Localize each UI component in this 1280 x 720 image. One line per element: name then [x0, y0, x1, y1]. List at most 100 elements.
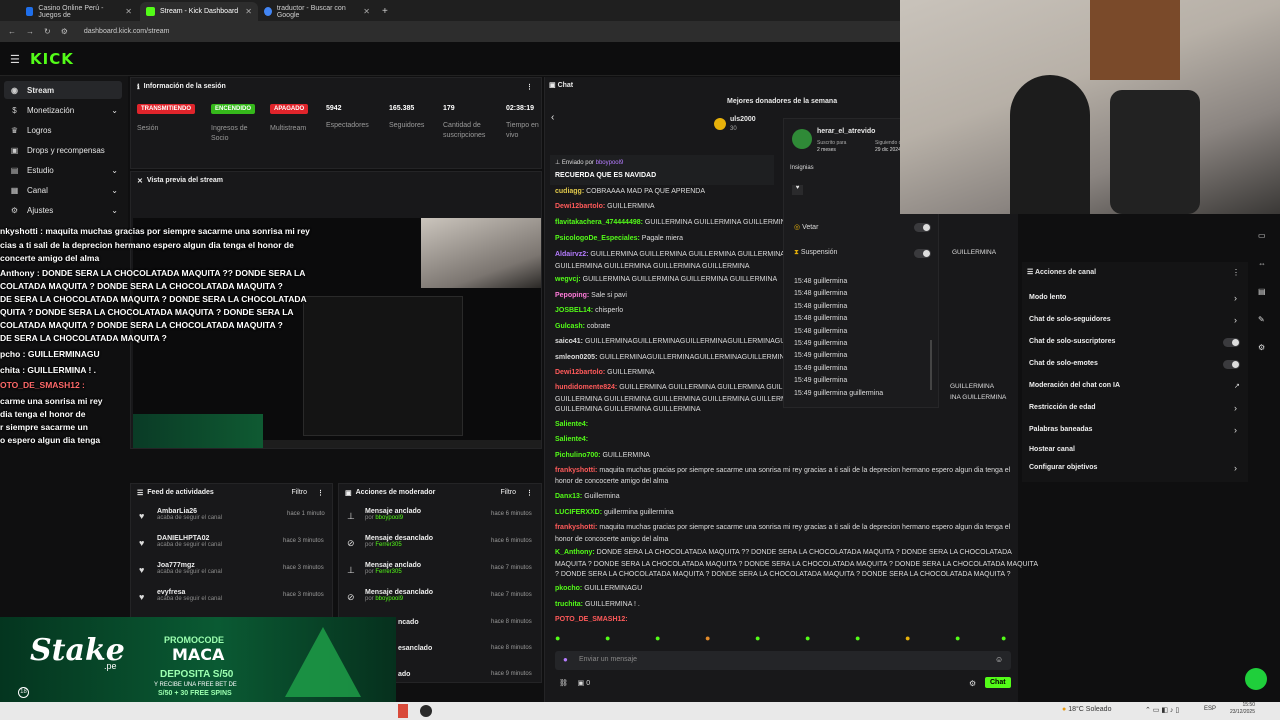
close-tab-icon[interactable]: ✕: [125, 7, 132, 16]
emote-icon[interactable]: ●: [805, 633, 810, 643]
channel-action-toggle[interactable]: [1223, 338, 1240, 347]
emote-icon[interactable]: ●: [755, 633, 760, 643]
emote-icon[interactable]: ●: [555, 633, 560, 643]
taskbar-app-icon[interactable]: [398, 704, 408, 718]
preview-video[interactable]: [133, 218, 541, 448]
channel-action-item[interactable]: Configurar objetivos: [1029, 464, 1097, 471]
sidebar-item-logros[interactable]: ♛ Logros: [4, 121, 122, 139]
emote-icon[interactable]: ●: [705, 633, 710, 643]
channel-action-item[interactable]: Chat de solo-suscriptores: [1029, 338, 1115, 345]
suspension-toggle[interactable]: [914, 249, 931, 258]
tab-kick-dashboard[interactable]: Stream - Kick Dashboard ✕: [140, 2, 258, 21]
menu-icon[interactable]: ☰: [10, 53, 20, 66]
emote-icon[interactable]: ●: [605, 633, 610, 643]
sidebar-item-canal[interactable]: ▦ Canal ⌄: [4, 181, 122, 199]
close-tab-icon[interactable]: ✕: [245, 7, 252, 16]
chat-username[interactable]: Saliente4:: [555, 421, 588, 428]
sidebar-item-estudio[interactable]: ▤ Estudio ⌄: [4, 161, 122, 179]
channel-action-item[interactable]: Moderación del chat con IA: [1029, 382, 1120, 389]
chat-username[interactable]: PsicologoDe_Especiales:: [555, 235, 640, 242]
send-chat-button[interactable]: Chat: [985, 677, 1011, 688]
chat-username[interactable]: Pichulino700:: [555, 452, 601, 459]
back-icon[interactable]: ←: [8, 27, 16, 36]
tray-icons[interactable]: ⌃ ▭ ◧ ♪ ▯: [1145, 706, 1179, 714]
chat-username[interactable]: cudiagg:: [555, 188, 584, 195]
expand-icon[interactable]: ⇔: [1258, 259, 1266, 268]
emote-icon[interactable]: ●: [855, 633, 860, 643]
chat-username[interactable]: frankyshotti:: [555, 467, 597, 474]
emoji-icon[interactable]: ☺: [995, 655, 1003, 664]
sidebar-item-stream[interactable]: ◉ Stream: [4, 81, 122, 99]
users-icon[interactable]: ⛓: [559, 680, 568, 687]
channel-action-toggle[interactable]: [1223, 360, 1240, 369]
chat-username[interactable]: smleon0205:: [555, 354, 597, 361]
channel-action-item[interactable]: Palabras baneadas: [1029, 426, 1092, 433]
chat-username[interactable]: hundidomente824:: [555, 384, 617, 391]
sidebar-item-ajustes[interactable]: ⚙ Ajustes ⌄: [4, 201, 122, 219]
chat-username[interactable]: pkocho:: [555, 585, 582, 592]
mic-icon[interactable]: ●: [563, 655, 568, 664]
promo-banner[interactable]: Stake .pe PROMOCODE MACA DEPOSITA S/50 Y…: [0, 617, 396, 702]
chat-username[interactable]: Dewi12bartolo:: [555, 369, 605, 376]
mod-filter-button[interactable]: Filtro: [500, 489, 516, 496]
more-options-icon[interactable]: ⋮: [1232, 268, 1240, 277]
chat-username[interactable]: Aldairvz2:: [555, 251, 588, 258]
close-tab-icon[interactable]: ✕: [363, 7, 370, 16]
kick-logo[interactable]: KICK: [30, 50, 74, 68]
layout-icon[interactable]: ▤: [1258, 287, 1266, 296]
more-options-icon[interactable]: ⋮: [526, 489, 533, 497]
feed-filter-button[interactable]: Filtro: [291, 489, 307, 496]
channel-action-item[interactable]: Chat de solo-seguidores: [1029, 316, 1111, 323]
chat-input[interactable]: ● Enviar un mensaje ☺: [555, 651, 1011, 670]
chat-username[interactable]: flavitakachera_474444498:: [555, 219, 643, 226]
emote-icon[interactable]: ●: [955, 633, 960, 643]
url-field[interactable]: dashboard.kick.com/stream: [84, 28, 170, 35]
taskbar-app-icon[interactable]: [420, 705, 432, 717]
tab-google[interactable]: traductor - Buscar con Google ✕: [258, 2, 376, 21]
chat-username[interactable]: Danx13:: [555, 493, 582, 500]
sidebar-item-drops[interactable]: ▣ Drops y recompensas: [4, 141, 122, 159]
emote-icon[interactable]: ●: [655, 633, 660, 643]
channel-action-item[interactable]: Modo lento: [1029, 294, 1066, 301]
site-info-icon[interactable]: ⚙: [61, 27, 68, 36]
settings-icon[interactable]: ⚙: [1258, 343, 1265, 352]
channel-action-item[interactable]: Hostear canal: [1029, 446, 1075, 453]
wrench-icon[interactable]: ✎: [1258, 315, 1265, 324]
donor-name[interactable]: uls2000: [730, 116, 756, 123]
settings-icon[interactable]: ⚙: [969, 679, 976, 688]
chat-username[interactable]: POTO_DE_SMASH12:: [555, 616, 628, 623]
chat-username[interactable]: Gulcash:: [555, 323, 585, 330]
language-indicator[interactable]: ESP: [1204, 706, 1216, 712]
new-tab-button[interactable]: +: [376, 2, 392, 21]
chat-username[interactable]: Dewi12bartolo:: [555, 203, 605, 210]
chat-username[interactable]: K_Anthony:: [555, 549, 595, 556]
gift-icon[interactable]: ▣: [578, 680, 585, 687]
chat-username[interactable]: truchita:: [555, 601, 583, 608]
channel-action-item[interactable]: Chat de solo-emotes: [1029, 360, 1098, 367]
chat-username[interactable]: JOSBEL14:: [555, 307, 593, 314]
chat-username[interactable]: frankyshotti:: [555, 524, 597, 531]
chat-username[interactable]: Saliente4:: [555, 436, 588, 443]
chat-bubble-icon[interactable]: ▭: [1258, 231, 1266, 240]
weather-widget[interactable]: ● 18°C Soleado: [1062, 706, 1111, 713]
tab-casino[interactable]: Casino Online Perú - Juegos de ✕: [20, 2, 138, 21]
user-card-name[interactable]: herar_el_atrevido: [817, 128, 875, 135]
more-options-icon[interactable]: ⋮: [317, 489, 324, 497]
sidebar-item-monetizacion[interactable]: $ Monetización ⌄: [4, 101, 122, 119]
chat-username[interactable]: LUCIFERXXD:: [555, 509, 602, 516]
emote-icon[interactable]: ●: [905, 633, 910, 643]
forward-icon[interactable]: →: [26, 27, 34, 36]
vetar-toggle[interactable]: [914, 223, 931, 232]
more-options-icon[interactable]: ⋮: [526, 83, 533, 91]
reload-icon[interactable]: ↻: [44, 27, 51, 36]
clock[interactable]: 15:50 23/12/2025: [1225, 702, 1255, 716]
emote-icon[interactable]: ●: [1001, 633, 1006, 643]
chat-username[interactable]: wegvcj:: [555, 276, 581, 283]
floating-chat-button[interactable]: [1245, 668, 1267, 690]
chevron-left-icon[interactable]: ‹: [551, 112, 554, 123]
pinned-message[interactable]: ⊥ Enviado por bboypool9 RECUERDA QUE ES …: [550, 155, 774, 185]
chat-username[interactable]: Pepoping:: [555, 292, 589, 299]
chat-username[interactable]: saico41:: [555, 338, 583, 345]
scrollbar[interactable]: [930, 340, 932, 390]
channel-action-item[interactable]: Restricción de edad: [1029, 404, 1096, 411]
